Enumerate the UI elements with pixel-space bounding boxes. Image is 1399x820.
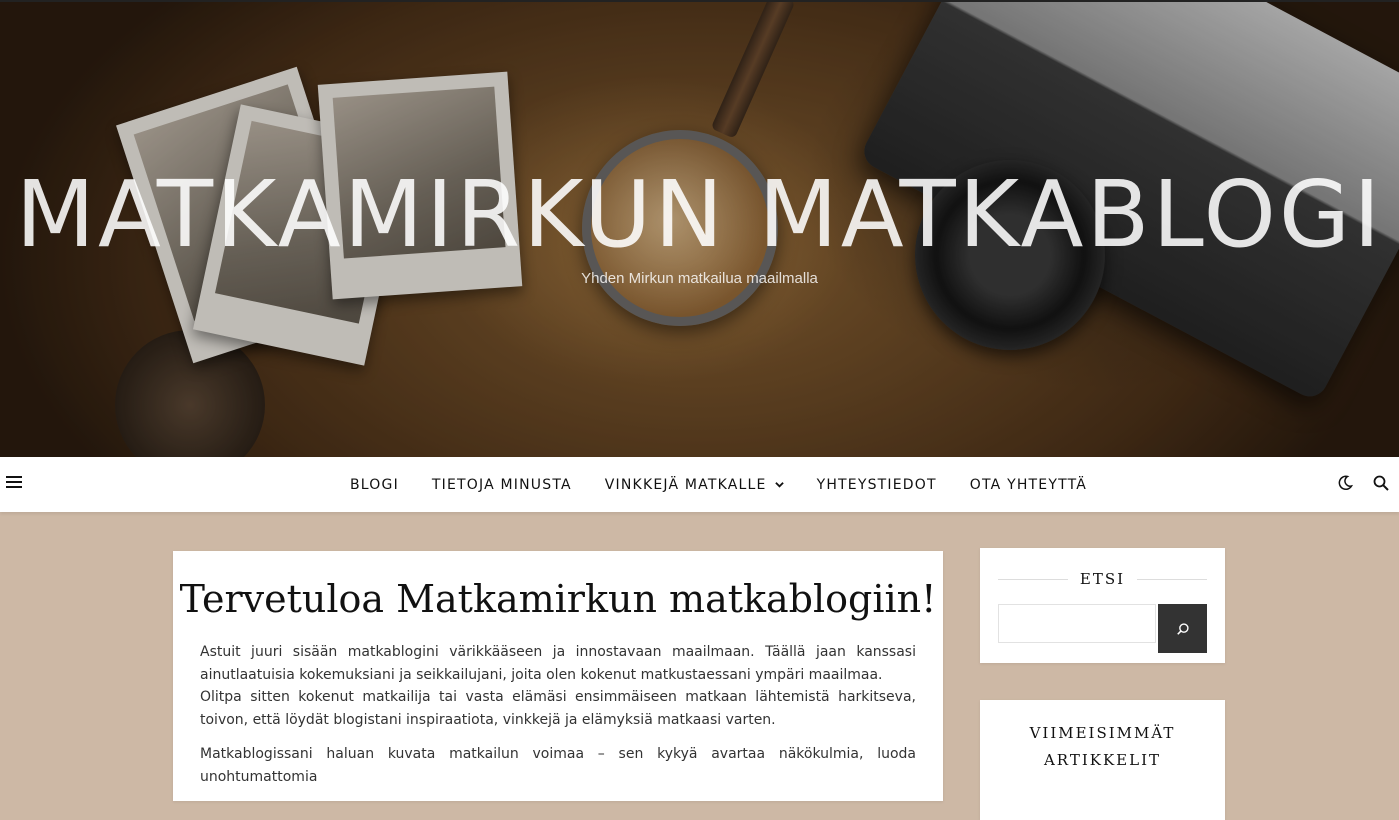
search-icon[interactable] xyxy=(1373,475,1389,491)
nav-item-tietoja-minusta[interactable]: TIETOJA MINUSTA xyxy=(432,477,572,493)
nav-item-label: VINKKEJÄ MATKALLE xyxy=(604,476,767,493)
nav-item-label: BLOGI xyxy=(350,476,399,493)
post-title[interactable]: Tervetuloa Matkamirkun matkablogiin! xyxy=(173,577,943,621)
dark-mode-icon[interactable] xyxy=(1337,475,1354,491)
recent-posts-title-line: ARTIKKELIT xyxy=(1043,751,1162,769)
menu-icon[interactable] xyxy=(6,476,22,490)
search-input[interactable] xyxy=(998,604,1156,643)
search-icon xyxy=(1176,622,1189,635)
nav-item-label: TIETOJA MINUSTA xyxy=(431,476,572,493)
search-button[interactable] xyxy=(1158,604,1207,653)
search-widget-title: ETSI xyxy=(1067,570,1138,588)
main-navigation: BLOGI TIETOJA MINUSTA VINKKEJÄ MATKALLE … xyxy=(0,457,1399,512)
nav-menu: BLOGI TIETOJA MINUSTA VINKKEJÄ MATKALLE … xyxy=(350,457,1120,512)
nav-item-blogi[interactable]: BLOGI xyxy=(350,477,399,493)
post-paragraph: Olitpa sitten kokenut matkailija tai vas… xyxy=(200,689,916,728)
nav-item-ota-yhteytta[interactable]: OTA YHTEYTTÄ xyxy=(970,477,1087,493)
post-paragraph: Matkablogissani haluan kuvata matkailun … xyxy=(200,746,916,785)
chevron-down-icon[interactable] xyxy=(774,480,784,489)
nav-item-vinkkeja-matkalle[interactable]: VINKKEJÄ MATKALLE xyxy=(605,477,784,493)
post-body: Astuit juuri sisään matkablogini värikkä… xyxy=(200,641,916,800)
recent-posts-title: VIIMEISIMMÄT ARTIKKELIT xyxy=(980,720,1225,774)
header-image: MATKAMIRKUN MATKABLOGI Yhden Mirkun matk… xyxy=(0,0,1399,457)
nav-item-label: OTA YHTEYTTÄ xyxy=(969,476,1088,493)
welcome-post: Tervetuloa Matkamirkun matkablogiin! Ast… xyxy=(173,551,943,801)
recent-posts-widget: VIIMEISIMMÄT ARTIKKELIT xyxy=(980,700,1225,820)
site-title[interactable]: MATKAMIRKUN MATKABLOGI xyxy=(0,163,1399,267)
site-tagline: Yhden Mirkun matkailua maailmalla xyxy=(581,270,818,287)
widget-title: ETSI xyxy=(998,570,1207,590)
recent-posts-title-line: VIIMEISIMMÄT xyxy=(1029,724,1176,742)
nav-item-yhteystiedot[interactable]: YHTEYSTIEDOT xyxy=(817,477,937,493)
nav-item-label: YHTEYSTIEDOT xyxy=(816,476,937,493)
search-widget: ETSI xyxy=(980,548,1225,663)
post-paragraph: Astuit juuri sisään matkablogini värikkä… xyxy=(200,644,916,683)
